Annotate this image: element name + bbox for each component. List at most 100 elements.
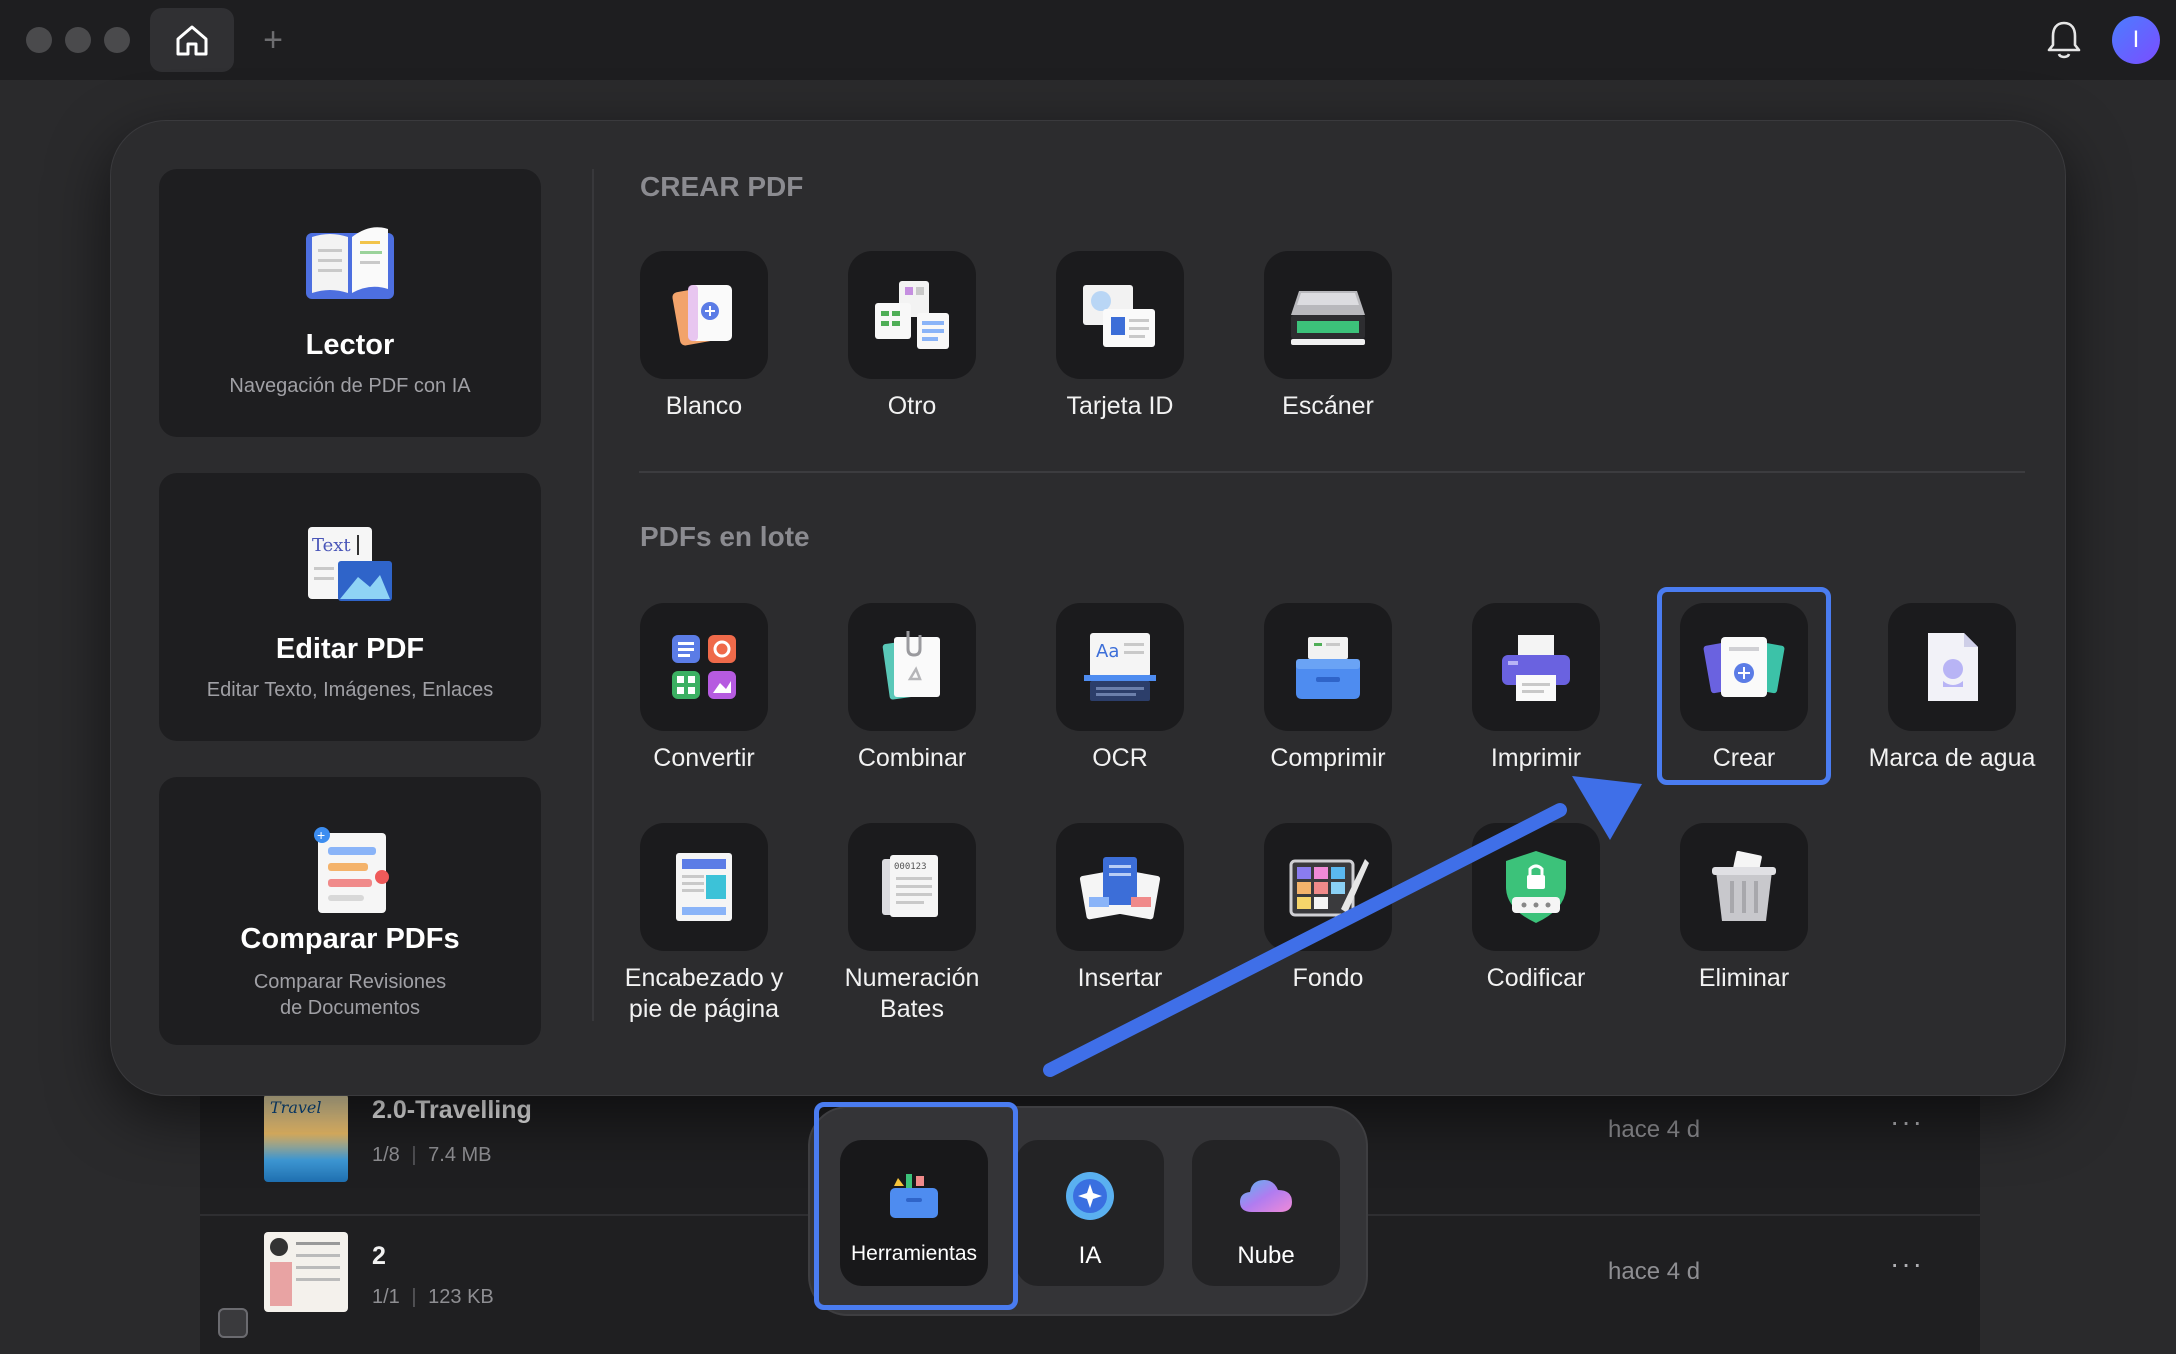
tool-label: Combinar: [857, 744, 967, 772]
home-tab[interactable]: [150, 8, 234, 72]
tool-header-footer[interactable]: Encabezado y pie de página: [600, 823, 808, 1025]
window-minimize-button[interactable]: [65, 27, 91, 53]
background-palette-icon: [1289, 859, 1369, 917]
tool-label: Marca de agua: [1868, 744, 2036, 772]
edit-icon-text: Text: [312, 535, 351, 556]
edit-text-image-icon: Text: [308, 527, 392, 601]
file-name[interactable]: 2: [372, 1242, 386, 1271]
tool-combine[interactable]: Combinar: [808, 603, 1016, 774]
header-footer-icon: [676, 853, 732, 921]
blank-pdf-icon: [672, 285, 732, 346]
more-options-button[interactable]: ···: [1890, 1106, 1924, 1138]
window-zoom-button[interactable]: [104, 27, 130, 53]
other-files-icon: [875, 281, 949, 349]
scanner-icon: [1291, 291, 1365, 345]
encrypt-shield-icon: [1506, 851, 1566, 923]
ocr-icon: Aa: [1084, 633, 1156, 701]
tool-label-line: Codificar: [1486, 964, 1586, 992]
new-tab-button[interactable]: +: [258, 18, 288, 62]
tool-insert[interactable]: Insertar: [1016, 823, 1224, 994]
compress-icon: [1296, 637, 1360, 699]
tool-compress[interactable]: Comprimir: [1224, 603, 1432, 774]
compare-documents-icon: +: [314, 827, 389, 913]
lector-card[interactable]: Lector Navegación de PDF con IA: [159, 169, 541, 437]
file-select-checkbox[interactable]: [218, 1308, 248, 1338]
convert-icon: [672, 635, 736, 699]
tool-label: Otro: [887, 392, 937, 420]
dock-label: IA: [1078, 1242, 1102, 1269]
dock-ai-button[interactable]: IA: [1016, 1140, 1164, 1286]
svg-text:+: +: [317, 827, 325, 843]
tool-label: Encabezado y pie de página: [600, 963, 808, 1025]
tool-watermark[interactable]: Marca de agua: [1848, 603, 2056, 774]
batch-pdf-section-title: PDFs en lote: [640, 521, 810, 552]
more-options-button[interactable]: ···: [1890, 1248, 1924, 1280]
combine-icon: [882, 631, 940, 700]
tool-other[interactable]: Otro: [808, 251, 1016, 422]
tool-label: Codificar: [1432, 963, 1640, 994]
lector-description: Navegación de PDF con IA: [229, 375, 471, 397]
cloud-icon: [1240, 1180, 1292, 1212]
vertical-divider: [592, 169, 594, 1021]
compare-description-line: de Documentos: [279, 997, 421, 1019]
avatar-initial: I: [2132, 26, 2140, 53]
id-card-icon: [1083, 285, 1155, 347]
thumbnail-title: Travel: [270, 1098, 322, 1117]
compare-pdf-title: Comparar PDFs: [240, 923, 460, 955]
tool-convert[interactable]: Convertir: [600, 603, 808, 774]
tool-label: Fondo: [1224, 963, 1432, 994]
notification-bell-icon[interactable]: [2044, 18, 2084, 62]
printer-icon: [1502, 635, 1570, 701]
tool-label-line: Encabezado y: [624, 964, 784, 992]
tool-bates-numbering[interactable]: 000123 Numeración Bates: [808, 823, 1016, 1025]
compare-pdf-card[interactable]: + Comparar PDFs Comparar Revisiones de D…: [159, 777, 541, 1045]
tool-label: Comprimir: [1270, 744, 1386, 772]
watermark-icon: [1928, 633, 1978, 701]
compare-description-line: Comparar Revisiones: [253, 971, 447, 993]
tool-id-card[interactable]: Tarjeta ID: [1016, 251, 1224, 422]
lector-title: Lector: [305, 329, 395, 361]
tool-delete[interactable]: Eliminar: [1640, 823, 1848, 994]
dock-cloud-button[interactable]: Nube: [1192, 1140, 1340, 1286]
ocr-icon-text: Aa: [1096, 641, 1119, 662]
edit-pdf-card[interactable]: Text Editar PDF Editar Texto, Imágenes, …: [159, 473, 541, 741]
tool-print[interactable]: Imprimir: [1432, 603, 1640, 774]
file-pages: 1/8: [372, 1144, 400, 1166]
dock-label: Nube: [1237, 1242, 1295, 1269]
title-bar: + I: [0, 0, 2176, 80]
file-thumbnail: [264, 1232, 348, 1312]
tool-label-line: Insertar: [1077, 964, 1163, 992]
tool-label: Blanco: [665, 392, 743, 420]
tool-scanner[interactable]: Escáner: [1224, 251, 1432, 422]
bates-icon-text: 000123: [894, 862, 927, 872]
bates-numbering-icon: 000123: [882, 855, 938, 917]
tools-panel: Lector Navegación de PDF con IA Text Edi…: [110, 120, 2066, 1096]
ai-assistant-icon: [1066, 1172, 1114, 1220]
tool-label: Eliminar: [1640, 963, 1848, 994]
tool-background[interactable]: Fondo: [1224, 823, 1432, 994]
tool-label: Convertir: [653, 744, 755, 772]
file-size: 123 KB: [428, 1286, 494, 1308]
file-thumbnail: Travel: [264, 1094, 348, 1182]
file-meta: 1/1 | 123 KB: [372, 1286, 494, 1308]
edit-pdf-title: Editar PDF: [275, 633, 425, 665]
tool-label-line: Fondo: [1292, 964, 1364, 992]
tool-label-line: Eliminar: [1698, 964, 1790, 992]
open-book-icon: [306, 227, 394, 299]
file-pages: 1/1: [372, 1286, 400, 1308]
file-meta: 1/8 | 7.4 MB: [372, 1144, 492, 1166]
file-modified-time: hace 4 d: [1608, 1258, 1701, 1285]
tool-ocr[interactable]: Aa OCR: [1016, 603, 1224, 774]
tool-label-line: Bates: [880, 995, 944, 1023]
tool-encrypt[interactable]: Codificar: [1432, 823, 1640, 994]
window-close-button[interactable]: [26, 27, 52, 53]
file-modified-time: hace 4 d: [1608, 1116, 1701, 1143]
crear-highlight-box: [1657, 587, 1831, 785]
tool-label: Imprimir: [1490, 744, 1582, 772]
user-avatar[interactable]: I: [2112, 16, 2160, 64]
tool-label: Tarjeta ID: [1066, 392, 1174, 420]
edit-pdf-description: Editar Texto, Imágenes, Enlaces: [206, 679, 494, 701]
file-name[interactable]: 2.0-Travelling: [372, 1096, 532, 1125]
compare-pdf-description: Comparar Revisiones de Documentos: [179, 969, 521, 1021]
tool-blank[interactable]: Blanco: [600, 251, 808, 422]
